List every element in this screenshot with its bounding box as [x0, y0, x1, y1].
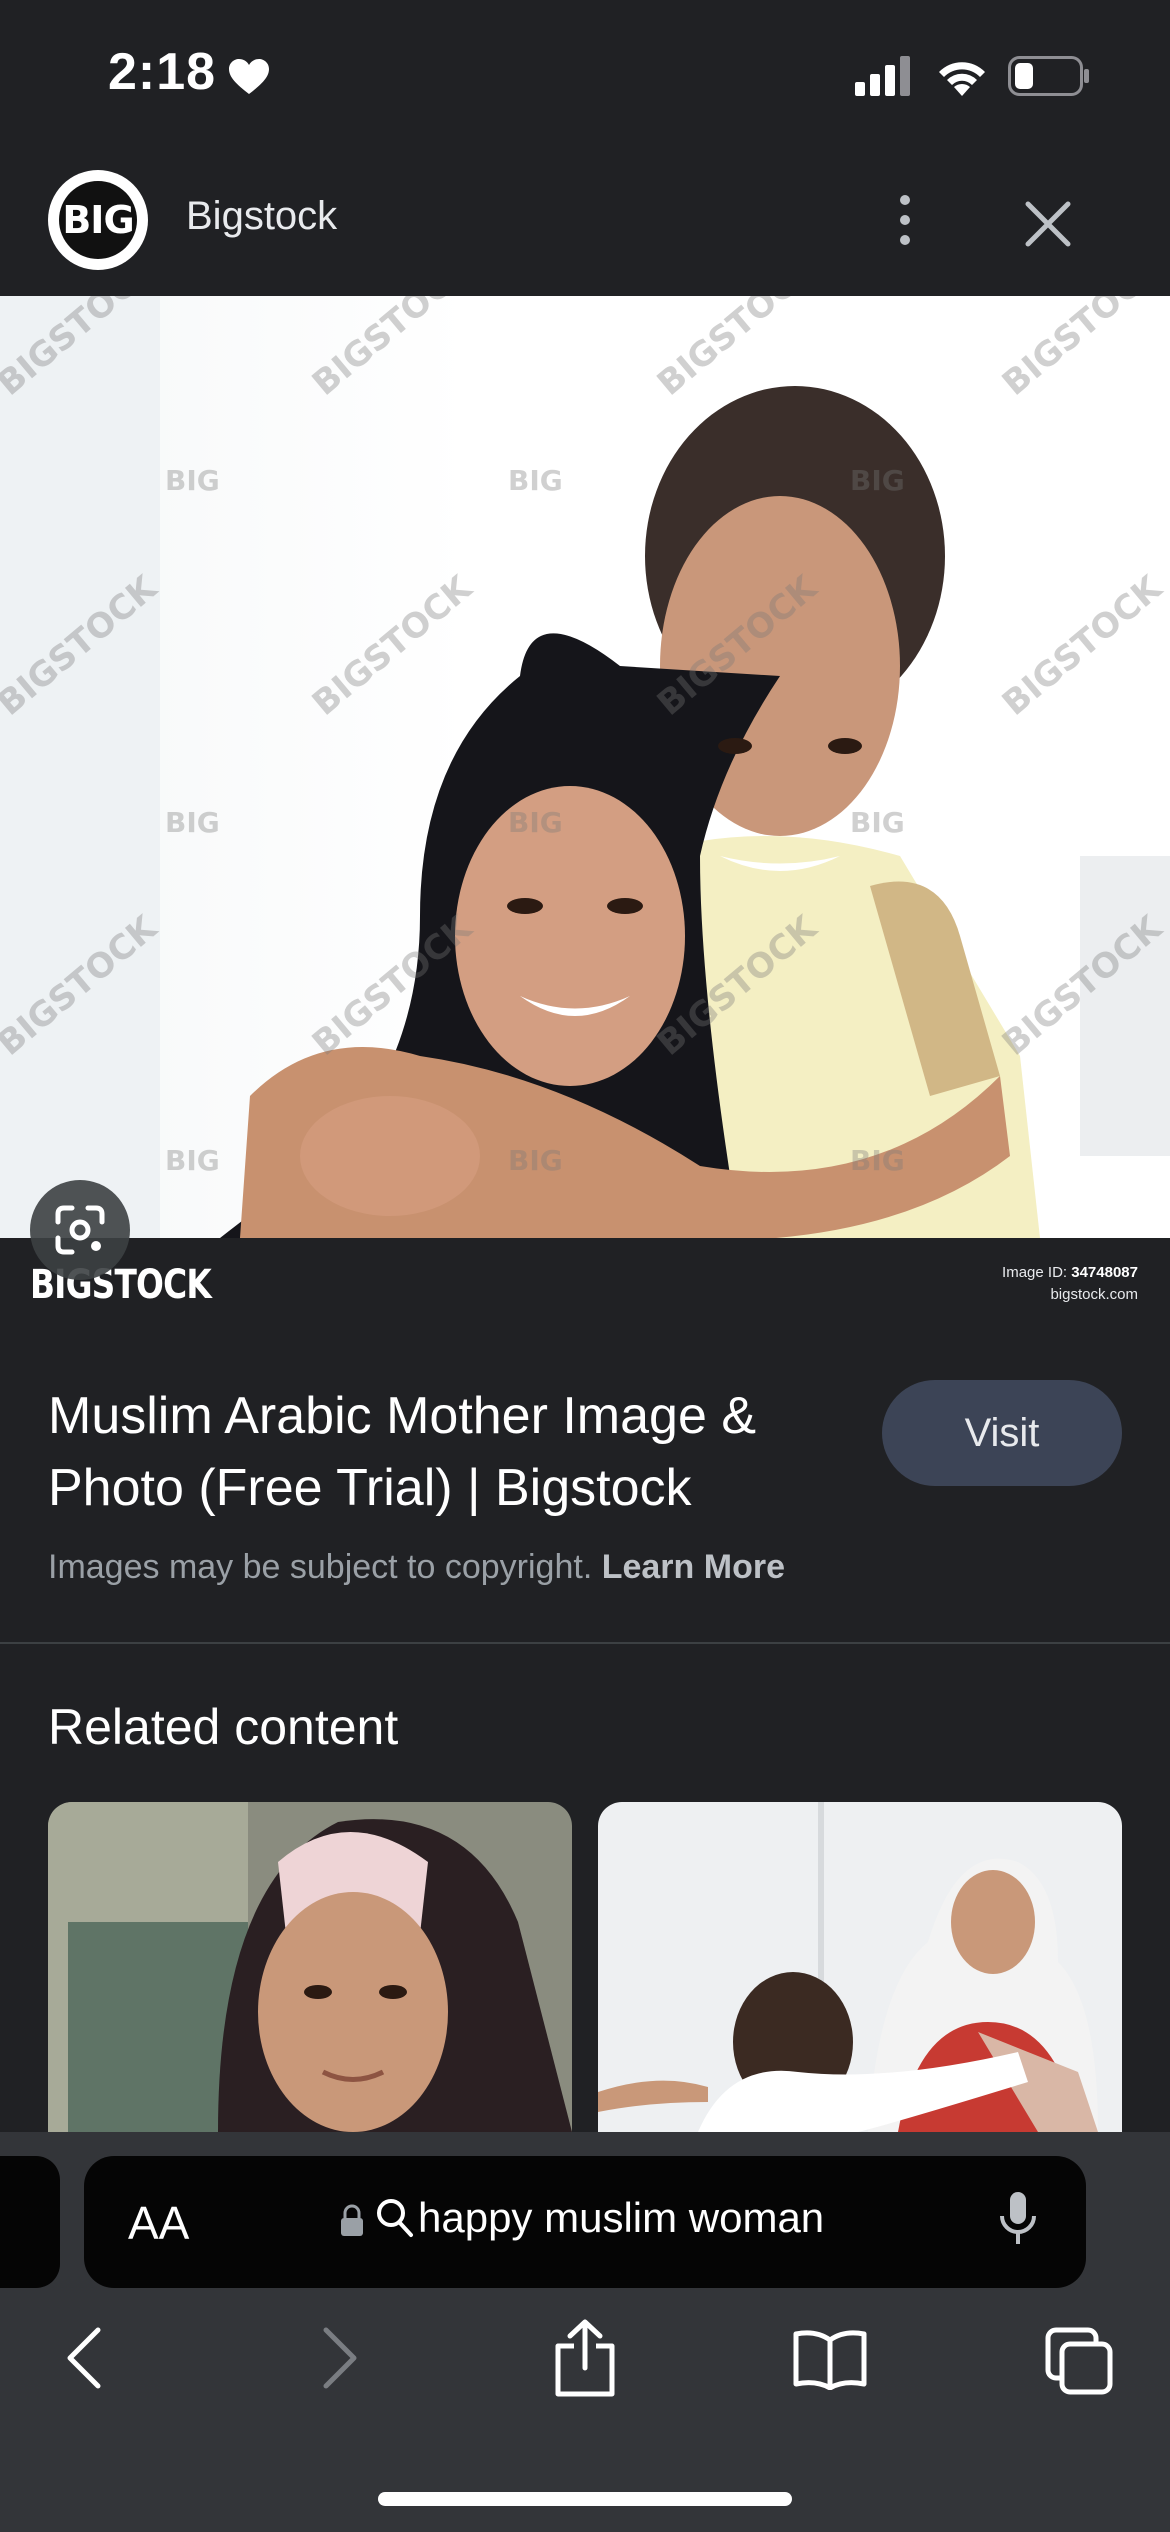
copyright-notice: Images may be subject to copyright. Lear…: [48, 1548, 785, 1587]
search-query[interactable]: happy muslim woman: [418, 2194, 824, 2242]
related-content-heading: Related content: [48, 1699, 399, 1755]
battery-icon: [1008, 56, 1089, 96]
watermark: BIG: [850, 464, 905, 497]
watermark: BIG: [165, 806, 220, 839]
lens-icon: [55, 1205, 105, 1255]
site-logo[interactable]: BIG: [48, 170, 148, 270]
text-size-button[interactable]: AA: [128, 2196, 189, 2250]
watermark: BIG: [508, 806, 563, 839]
watermark: BIG: [850, 1144, 905, 1177]
image-id-value: 34748087: [1071, 1264, 1138, 1281]
heart-icon: [229, 59, 269, 94]
image-id-label: Image ID:: [1002, 1264, 1068, 1281]
watermark: BIG: [508, 1144, 563, 1177]
home-indicator: [378, 2492, 792, 2506]
watermark: BIG: [850, 806, 905, 839]
copyright-text: Images may be subject to copyright.: [48, 1548, 593, 1586]
cellular-signal-icon: [855, 56, 910, 96]
more-options-icon[interactable]: [890, 190, 920, 250]
close-icon[interactable]: [1018, 194, 1078, 254]
site-logo-text: BIG: [59, 181, 137, 259]
watermark: BIG: [165, 464, 220, 497]
image-id: Image ID: 34748087 bigstock.com: [1002, 1262, 1138, 1306]
back-icon[interactable]: [62, 2326, 106, 2390]
tabs-icon[interactable]: [1044, 2326, 1114, 2396]
microphone-icon[interactable]: [998, 2190, 1038, 2246]
visit-button[interactable]: Visit: [882, 1380, 1122, 1486]
google-lens-button[interactable]: [30, 1180, 130, 1280]
lock-icon: [341, 2204, 363, 2236]
site-name[interactable]: Bigstock: [186, 194, 337, 239]
learn-more-link[interactable]: Learn More: [602, 1548, 785, 1586]
related-image-2[interactable]: [598, 1802, 1122, 2132]
watermark: BIG: [165, 1144, 220, 1177]
search-icon: [377, 2199, 413, 2237]
divider: [0, 1642, 1170, 1644]
forward-icon[interactable]: [318, 2326, 362, 2390]
status-time: 2:18: [108, 43, 217, 101]
watermark: BIG: [508, 464, 563, 497]
preview-image[interactable]: BIGSTOCK BIGSTOCK BIGSTOCK BIGSTOCK BIG …: [0, 296, 1170, 1238]
share-icon[interactable]: [552, 2318, 618, 2398]
image-source-url: bigstock.com: [1050, 1286, 1138, 1303]
previous-tab-preview[interactable]: [0, 2156, 60, 2288]
related-image-1[interactable]: [48, 1802, 572, 2132]
bookmarks-icon[interactable]: [792, 2328, 868, 2390]
result-title[interactable]: Muslim Arabic Mother Image & Photo (Free…: [48, 1380, 848, 1524]
wifi-icon: [939, 62, 985, 96]
